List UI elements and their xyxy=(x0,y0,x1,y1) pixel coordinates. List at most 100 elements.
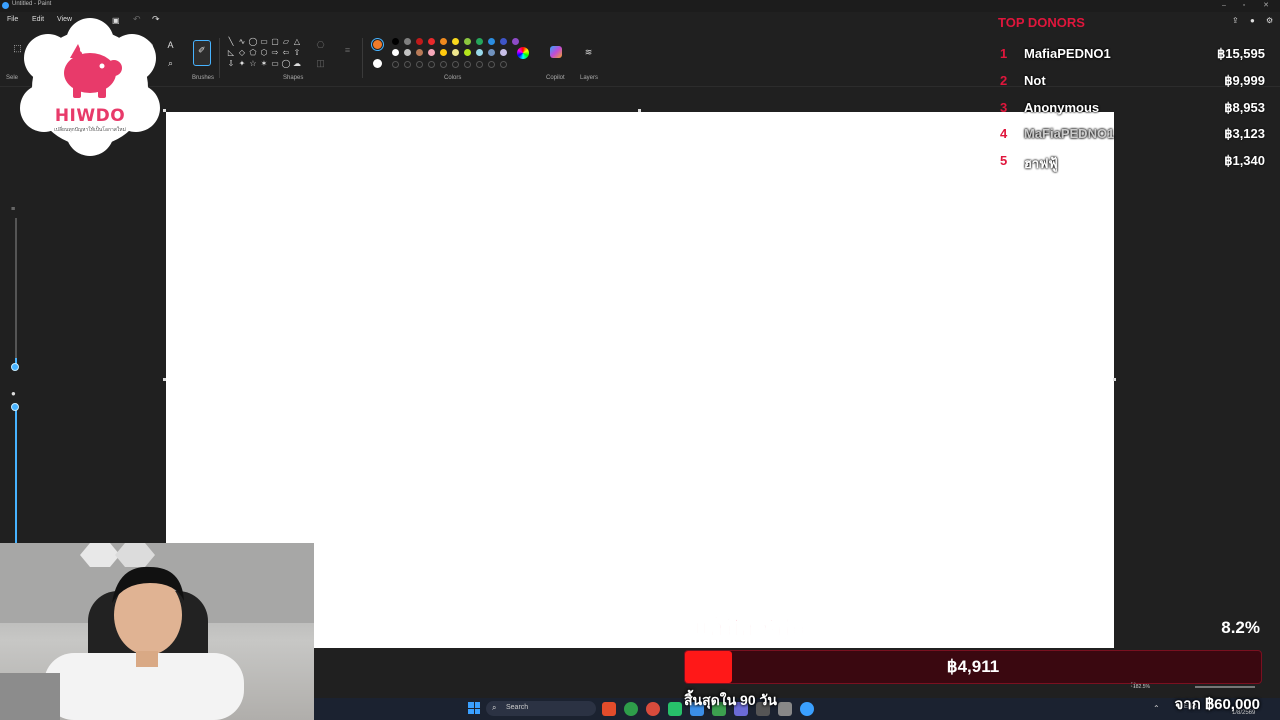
line-shape-icon[interactable]: ╲ xyxy=(226,37,236,47)
paint-app-icon[interactable] xyxy=(800,702,814,716)
window-title: Untitled - Paint xyxy=(12,1,52,7)
taskbar-app-icon[interactable] xyxy=(778,702,792,716)
color-swatch[interactable] xyxy=(392,49,399,56)
maximize-button[interactable]: ▫ xyxy=(1234,0,1254,12)
color-swatch[interactable] xyxy=(404,49,411,56)
streamer-figure xyxy=(0,543,314,720)
color-swatch[interactable] xyxy=(452,49,459,56)
resize-handle-top[interactable] xyxy=(638,109,641,112)
color-swatch[interactable] xyxy=(500,38,507,45)
color-swatch[interactable] xyxy=(488,49,495,56)
color-swatch[interactable] xyxy=(476,38,483,45)
empty-color-slot[interactable] xyxy=(452,61,459,68)
resize-handle-left[interactable] xyxy=(163,378,166,381)
outline-icon[interactable]: ⎔ xyxy=(314,39,327,52)
color-swatch[interactable] xyxy=(440,49,447,56)
color-swatch[interactable] xyxy=(512,38,519,45)
hexagon-shape-icon[interactable]: ⬡ xyxy=(259,48,269,58)
color-swatch[interactable] xyxy=(452,38,459,45)
color-swatch[interactable] xyxy=(404,38,411,45)
arrow-down-shape-icon[interactable]: ⇩ xyxy=(226,59,236,69)
secondary-color-button[interactable] xyxy=(373,59,382,68)
chrome-icon[interactable] xyxy=(646,702,660,716)
taskbar-search[interactable]: ⌕ Search xyxy=(486,701,596,716)
menu-file[interactable]: File xyxy=(7,16,18,23)
color-swatch[interactable] xyxy=(500,49,507,56)
zoom-slider[interactable] xyxy=(1195,686,1255,688)
brush-icon: ✐ xyxy=(198,45,206,55)
color-swatch[interactable] xyxy=(392,38,399,45)
primary-color-button[interactable] xyxy=(371,38,384,51)
size-slider-knob[interactable] xyxy=(11,363,19,371)
star5-shape-icon[interactable]: ☆ xyxy=(248,59,258,69)
line-app-icon[interactable] xyxy=(668,702,682,716)
color-swatch[interactable] xyxy=(428,49,435,56)
color-swatch[interactable] xyxy=(464,38,471,45)
callout-rect-shape-icon[interactable]: ▭ xyxy=(270,59,280,69)
close-button[interactable]: ✕ xyxy=(1256,0,1276,12)
donor-name: MaFiaPEDNO1 xyxy=(1024,126,1115,141)
empty-color-slot[interactable] xyxy=(476,61,483,68)
curve-shape-icon[interactable]: ∿ xyxy=(237,37,247,47)
diamond-shape-icon[interactable]: ◇ xyxy=(237,48,247,58)
pentagon-shape-icon[interactable]: ⬠ xyxy=(248,48,258,58)
windows-taskbar xyxy=(314,698,1280,720)
polygon-shape-icon[interactable]: ▱ xyxy=(281,37,291,47)
empty-color-slot[interactable] xyxy=(464,61,471,68)
star4-shape-icon[interactable]: ✦ xyxy=(237,59,247,69)
callout-oval-shape-icon[interactable]: ◯ xyxy=(281,59,291,69)
rectangle-shape-icon[interactable]: ▭ xyxy=(259,37,269,47)
search-icon: ⌕ xyxy=(492,703,497,712)
color-swatch[interactable] xyxy=(428,38,435,45)
color-swatch[interactable] xyxy=(464,49,471,56)
resize-handle-right[interactable] xyxy=(1113,378,1116,381)
color-swatch[interactable] xyxy=(416,38,423,45)
arrow-left-shape-icon[interactable]: ⇦ xyxy=(281,48,291,58)
arrow-up-shape-icon[interactable]: ⇧ xyxy=(292,48,302,58)
chevron-up-icon[interactable]: ⌃ xyxy=(1153,704,1160,713)
start-button[interactable] xyxy=(468,702,480,714)
empty-color-slot[interactable] xyxy=(428,61,435,68)
chrome-icon[interactable] xyxy=(624,702,638,716)
text-icon[interactable]: A xyxy=(164,39,177,52)
color-swatch[interactable] xyxy=(488,38,495,45)
empty-color-slot[interactable] xyxy=(416,61,423,68)
empty-color-slot[interactable] xyxy=(488,61,495,68)
empty-color-slot[interactable] xyxy=(392,61,399,68)
empty-color-slot[interactable] xyxy=(404,61,411,68)
fill-icon[interactable]: ◫ xyxy=(314,57,327,70)
layers-icon[interactable]: ≋ xyxy=(582,46,595,59)
arrow-right-shape-icon[interactable]: ⇨ xyxy=(270,48,280,58)
star6-shape-icon[interactable]: ✶ xyxy=(259,59,269,69)
oval-shape-icon[interactable]: ◯ xyxy=(248,37,258,47)
triangle-shape-icon[interactable]: △ xyxy=(292,37,302,47)
size-icon[interactable]: ≡ xyxy=(341,44,354,57)
taskbar-app-icon[interactable] xyxy=(602,702,616,716)
color-swatch[interactable] xyxy=(416,49,423,56)
rounded-rectangle-shape-icon[interactable]: ▢ xyxy=(270,37,280,47)
minimize-button[interactable]: – xyxy=(1214,0,1234,12)
share-icon[interactable]: ⇪ xyxy=(1232,16,1239,25)
donor-rank: 4 xyxy=(1000,126,1008,141)
logo-cloud-badge xyxy=(20,18,160,156)
account-icon[interactable]: ● xyxy=(1250,16,1255,25)
settings-gear-icon[interactable]: ⚙ xyxy=(1266,16,1273,25)
opacity-slider-knob[interactable] xyxy=(11,403,19,411)
shapes-group-label: Shapes xyxy=(283,75,304,81)
color-swatch[interactable] xyxy=(440,38,447,45)
opacity-drop-icon: ● xyxy=(11,389,16,398)
magnifier-icon[interactable]: ⌕ xyxy=(164,57,177,70)
empty-color-slot[interactable] xyxy=(500,61,507,68)
top-donors-title: TOP DONORS xyxy=(998,15,1085,30)
resize-handle-corner[interactable] xyxy=(163,109,166,112)
right-triangle-shape-icon[interactable]: ◺ xyxy=(226,48,236,58)
callout-cloud-shape-icon[interactable]: ☁ xyxy=(292,59,302,69)
copilot-icon[interactable] xyxy=(550,46,562,58)
donor-amount: ฿9,999 xyxy=(1224,73,1265,88)
brushes-button[interactable]: ✐ xyxy=(193,40,211,66)
hiwdo-logo: HIWDO เปลี่ยนทุกปัญหาให้เป็นโอกาสใหม่ xyxy=(18,18,162,158)
size-slider-track[interactable] xyxy=(15,218,17,368)
color-swatch[interactable] xyxy=(476,49,483,56)
edit-colors-icon[interactable] xyxy=(517,47,529,59)
empty-color-slot[interactable] xyxy=(440,61,447,68)
